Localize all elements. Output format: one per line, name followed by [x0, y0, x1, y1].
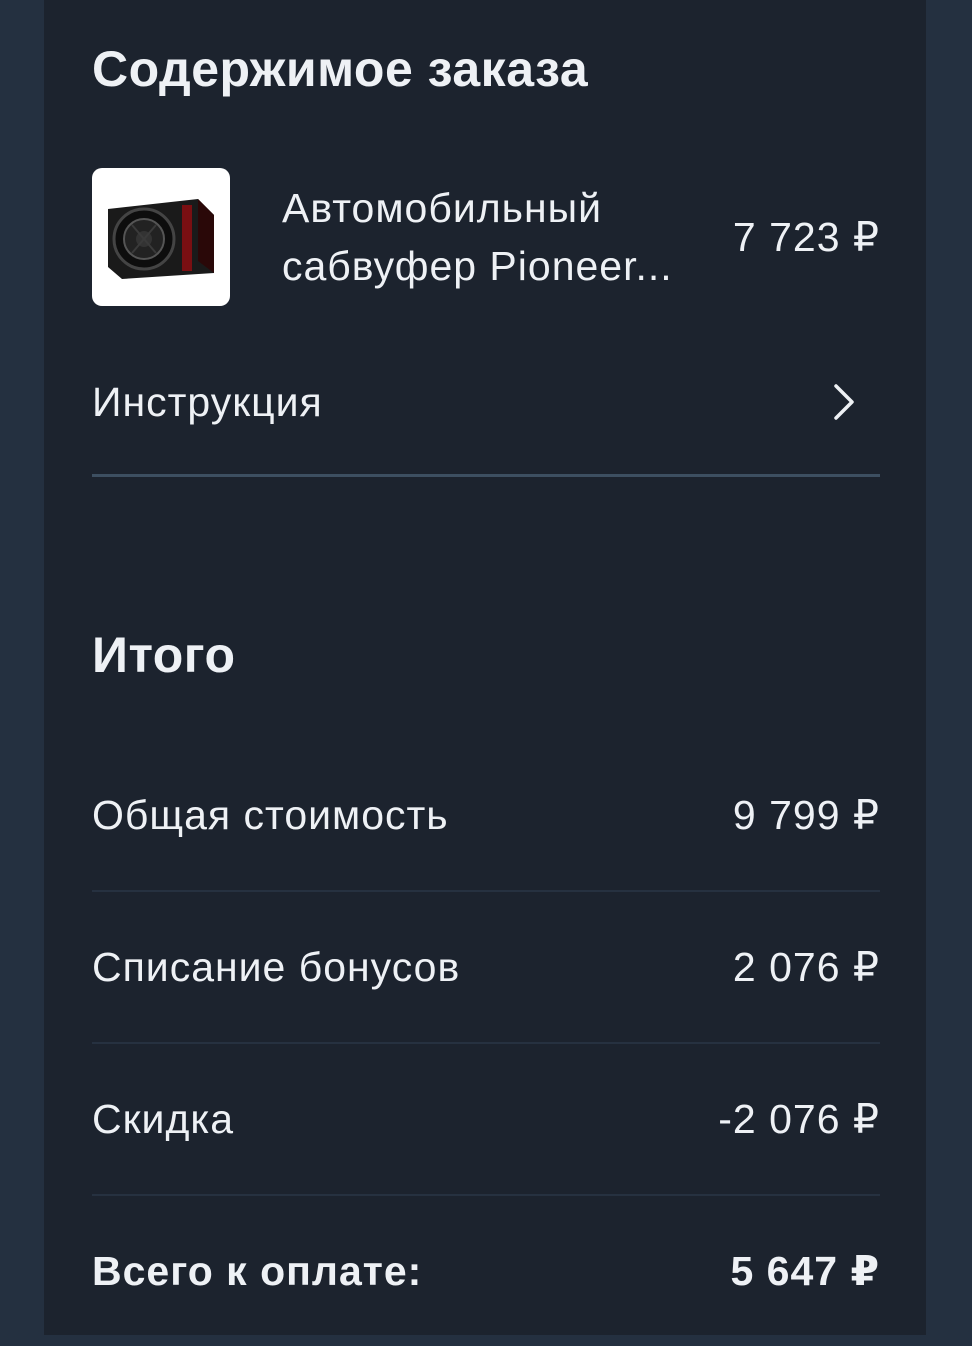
instruction-link[interactable]: Инструкция [92, 362, 880, 442]
item-price: 7 723 ₽ [732, 214, 880, 260]
total-cost-row: Общая стоимость 9 799 ₽ [92, 740, 880, 890]
total-to-pay-row: Всего к оплате: 5 647 ₽ [92, 1196, 880, 1346]
order-item[interactable]: Автомобильный сабвуфер Pioneer... 7 723 … [92, 168, 880, 306]
row-value: 2 076 ₽ [732, 944, 880, 990]
row-label: Списание бонусов [92, 943, 461, 990]
totals-list: Общая стоимость 9 799 ₽ Списание бонусов… [92, 740, 880, 1346]
row-label: Общая стоимость [92, 791, 449, 838]
bonus-writeoff-row: Списание бонусов 2 076 ₽ [92, 892, 880, 1042]
chevron-right-icon [834, 384, 854, 420]
row-value: 9 799 ₽ [732, 792, 880, 838]
instruction-label: Инструкция [92, 378, 323, 425]
row-label: Скидка [92, 1095, 235, 1142]
discount-row: Скидка -2 076 ₽ [92, 1044, 880, 1194]
row-label: Всего к оплате: [92, 1247, 423, 1294]
section-divider [92, 474, 880, 477]
subwoofer-image [108, 199, 214, 279]
product-thumbnail [92, 168, 230, 306]
row-value: -2 076 ₽ [718, 1096, 880, 1142]
row-value: 5 647 ₽ [730, 1248, 880, 1294]
order-contents-title: Содержимое заказа [92, 41, 589, 97]
item-name[interactable]: Автомобильный сабвуфер Pioneer... [282, 179, 702, 295]
totals-title: Итого [92, 627, 236, 683]
